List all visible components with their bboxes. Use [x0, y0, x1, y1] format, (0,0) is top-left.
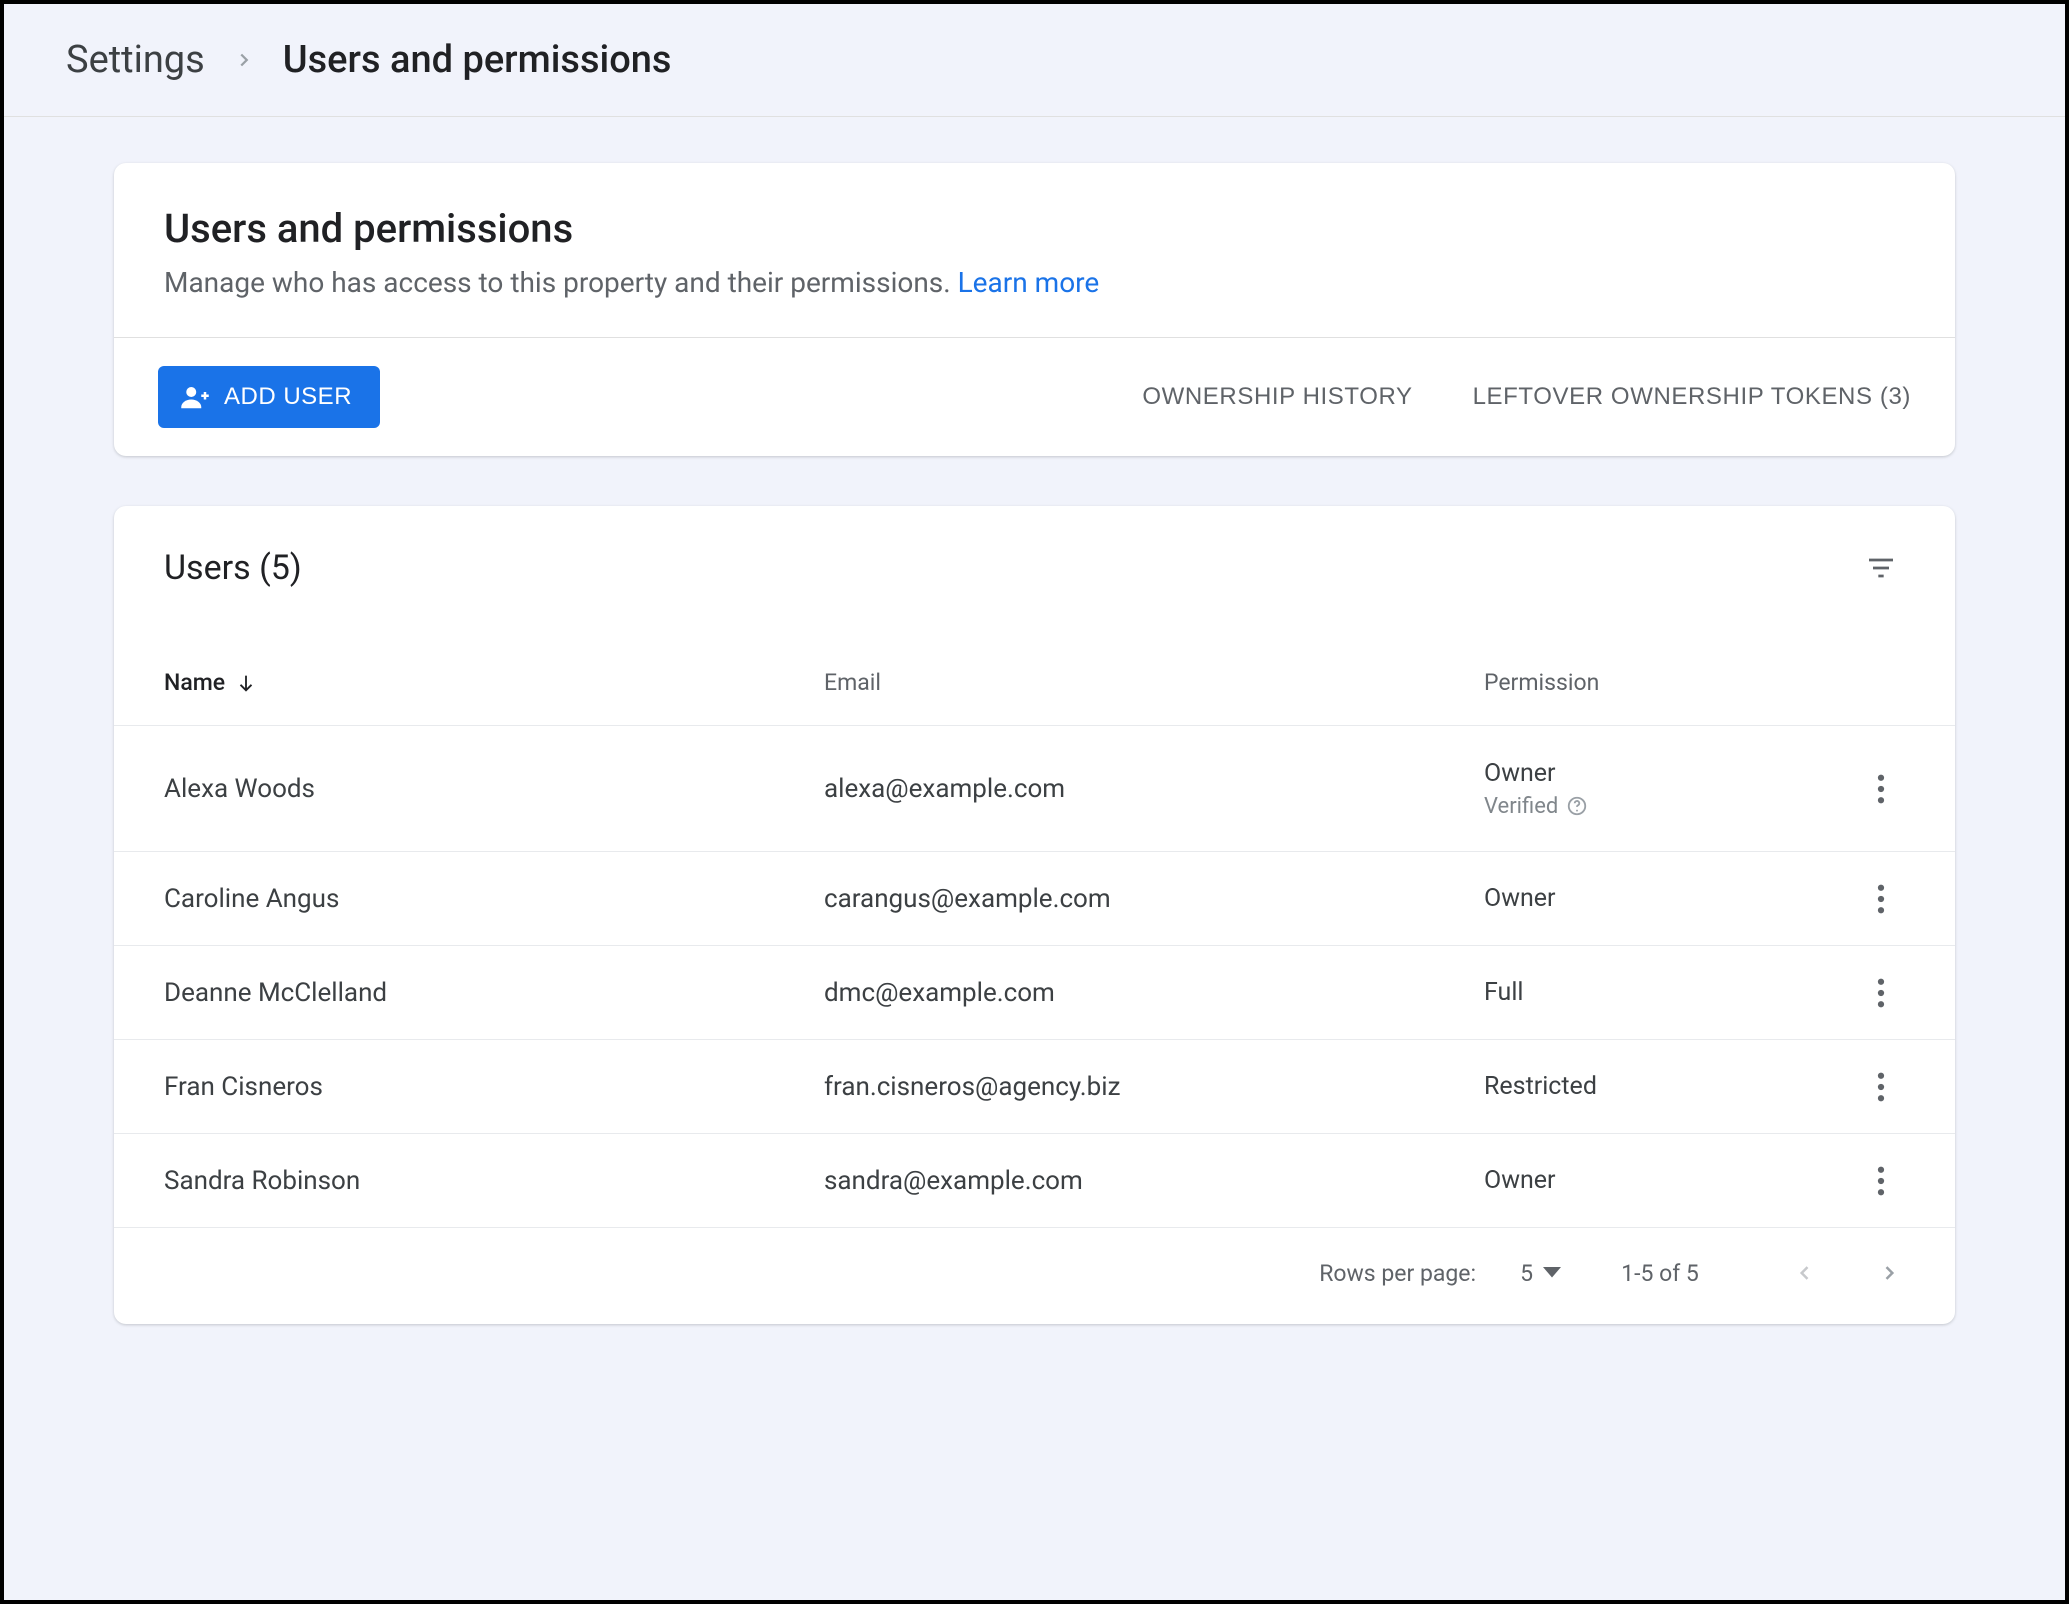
- cell-name: Deanne McClelland: [164, 978, 824, 1008]
- add-user-button[interactable]: ADD USER: [158, 366, 380, 428]
- rows-per-page-select[interactable]: 5: [1520, 1260, 1561, 1287]
- breadcrumb-root[interactable]: Settings: [66, 38, 205, 82]
- column-header-name[interactable]: Name: [164, 669, 824, 696]
- cell-name: Sandra Robinson: [164, 1166, 824, 1196]
- cell-permission: Owner: [1484, 884, 1815, 913]
- verified-badge: Verified: [1484, 794, 1815, 819]
- breadcrumb: Settings Users and permissions: [4, 4, 2065, 117]
- cell-permission: Owner: [1484, 759, 1815, 788]
- verified-label: Verified: [1484, 794, 1558, 819]
- cell-email: dmc@example.com: [824, 978, 1484, 1008]
- filter-icon: [1865, 552, 1897, 584]
- table-pager: Rows per page: 5 1-5 of 5: [114, 1228, 1955, 1324]
- chevron-left-icon: [1795, 1258, 1815, 1288]
- row-menu-button[interactable]: [1857, 969, 1905, 1017]
- cell-name: Fran Cisneros: [164, 1072, 824, 1102]
- rows-per-page-label: Rows per page:: [1319, 1260, 1476, 1287]
- ownership-history-button[interactable]: OWNERSHIP HISTORY: [1142, 383, 1412, 411]
- arrow-down-icon: [235, 672, 257, 694]
- person-add-icon: [180, 382, 210, 412]
- pager-range: 1-5 of 5: [1605, 1260, 1715, 1287]
- more-vert-icon: [1877, 1072, 1885, 1102]
- table-header: Name Email Permission: [114, 640, 1955, 726]
- column-header-permission[interactable]: Permission: [1484, 669, 1815, 696]
- table-row: Sandra Robinson sandra@example.com Owner: [114, 1134, 1955, 1228]
- page-title: Users and permissions: [164, 205, 1905, 252]
- chevron-right-icon: [1879, 1258, 1899, 1288]
- cell-permission: Owner: [1484, 1166, 1815, 1195]
- header-card: Users and permissions Manage who has acc…: [114, 163, 1955, 456]
- help-icon[interactable]: [1566, 795, 1588, 817]
- cell-email: fran.cisneros@agency.biz: [824, 1072, 1484, 1102]
- users-card: Users (5) Name Email Permiss: [114, 506, 1955, 1324]
- cell-permission: Full: [1484, 978, 1815, 1007]
- leftover-tokens-button[interactable]: LEFTOVER OWNERSHIP TOKENS (3): [1473, 383, 1911, 411]
- row-menu-button[interactable]: [1857, 1063, 1905, 1111]
- more-vert-icon: [1877, 774, 1885, 804]
- row-menu-button[interactable]: [1857, 1157, 1905, 1205]
- add-user-label: ADD USER: [224, 383, 352, 411]
- table-row: Deanne McClelland dmc@example.com Full: [114, 946, 1955, 1040]
- pager-prev-button[interactable]: [1789, 1252, 1821, 1294]
- more-vert-icon: [1877, 978, 1885, 1008]
- breadcrumb-current: Users and permissions: [283, 38, 672, 82]
- row-menu-button[interactable]: [1857, 875, 1905, 923]
- column-name-label: Name: [164, 669, 225, 696]
- table-row: Fran Cisneros fran.cisneros@agency.biz R…: [114, 1040, 1955, 1134]
- cell-name: Alexa Woods: [164, 774, 824, 804]
- chevron-right-icon: [233, 49, 255, 71]
- page-description: Manage who has access to this property a…: [164, 266, 1905, 299]
- cell-email: carangus@example.com: [824, 884, 1484, 914]
- description-text: Manage who has access to this property a…: [164, 266, 951, 299]
- rows-per-page-value: 5: [1520, 1260, 1533, 1287]
- cell-email: alexa@example.com: [824, 774, 1484, 804]
- learn-more-link[interactable]: Learn more: [958, 266, 1100, 299]
- users-table: Name Email Permission Alexa Woods alexa@…: [114, 640, 1955, 1228]
- cell-name: Caroline Angus: [164, 884, 824, 914]
- cell-email: sandra@example.com: [824, 1166, 1484, 1196]
- pager-next-button[interactable]: [1873, 1252, 1905, 1294]
- dropdown-arrow-icon: [1543, 1267, 1561, 1279]
- users-title: Users (5): [164, 548, 302, 588]
- table-row: Caroline Angus carangus@example.com Owne…: [114, 852, 1955, 946]
- column-header-email[interactable]: Email: [824, 669, 1484, 696]
- table-row: Alexa Woods alexa@example.com Owner Veri…: [114, 726, 1955, 852]
- more-vert-icon: [1877, 1166, 1885, 1196]
- row-menu-button[interactable]: [1857, 765, 1905, 813]
- filter-button[interactable]: [1857, 544, 1905, 592]
- more-vert-icon: [1877, 884, 1885, 914]
- cell-permission: Restricted: [1484, 1072, 1815, 1101]
